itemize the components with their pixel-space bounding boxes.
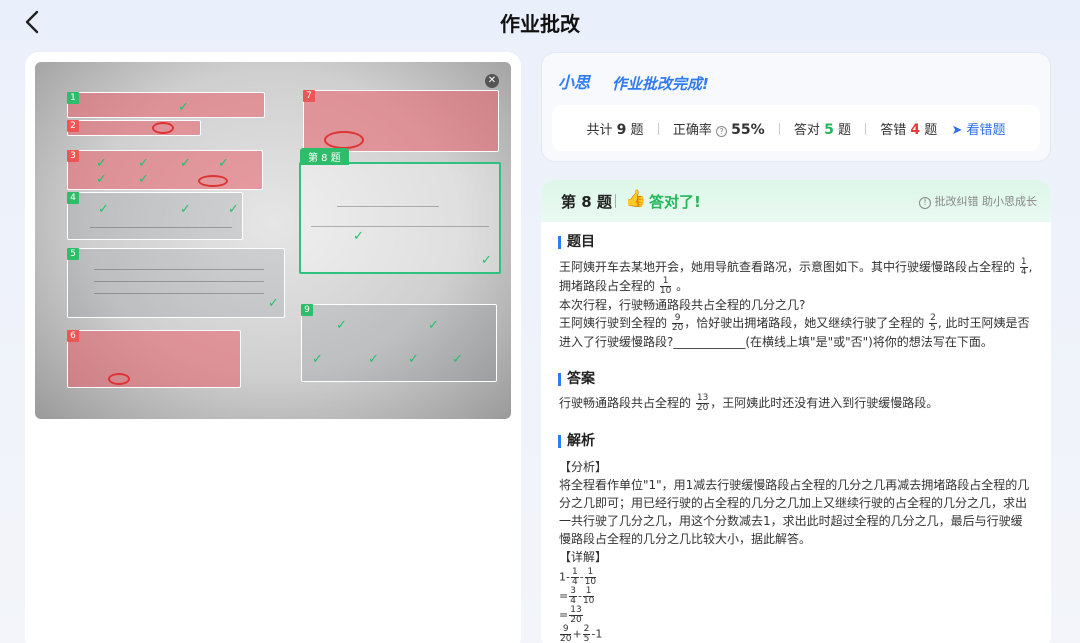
- check-icon: ✓: [178, 100, 189, 115]
- total-unit: 题: [630, 123, 644, 138]
- question-region-8-selected[interactable]: 第 8 题 ✓ ✓: [299, 148, 501, 274]
- cursor-arrow-icon: ➤: [951, 123, 963, 138]
- check-icon: ✓: [428, 318, 439, 333]
- correct-label: 答对: [793, 123, 820, 138]
- correct-unit: 题: [837, 123, 851, 138]
- check-icon: ✓: [312, 352, 323, 367]
- stats-bar: 共计 9 题 正确率 ? 55% 答对 5 题 答错 4 题 ➤ 看错题: [552, 105, 1040, 151]
- done-text: 作业批改完成!: [612, 75, 709, 93]
- total-label: 共计: [586, 123, 613, 138]
- question-number-9: 9: [301, 304, 313, 316]
- answer-text: 行驶畅通路段共占全程的 13 20 ，王阿姨此时还没有进入到行驶缓慢路段。: [559, 393, 939, 413]
- feedback-button[interactable]: ! 批改纠错 助小思成长: [919, 193, 1037, 209]
- check-icon: ✓: [268, 296, 279, 311]
- homework-photo[interactable]: ✕ 1 ✓ 2 3 ✓ ✓ ✓ ✓ ✓ ✓ 4 ✓ ✓ ✓ 5 ✓ 6 7 第 …: [35, 62, 511, 419]
- question-region-7[interactable]: 7: [303, 90, 499, 152]
- view-wrong-label: 看错题: [966, 123, 1006, 138]
- question-region-1[interactable]: 1 ✓: [67, 92, 265, 118]
- wrong-circle-icon: [324, 131, 364, 149]
- question-number-2: 2: [67, 120, 79, 132]
- summary-card: 小思 作业批改完成! 共计 9 题 正确率 ? 55% 答对 5 题 答错 4 …: [541, 52, 1051, 162]
- question-region-4[interactable]: 4 ✓ ✓ ✓: [67, 192, 243, 240]
- question-number-6: 6: [67, 330, 79, 342]
- section-answer: 答案: [558, 372, 595, 386]
- check-icon: ✓: [481, 253, 492, 268]
- detail-header: 第 8 题 👍 答对了! ! 批改纠错 助小思成长: [541, 180, 1051, 222]
- check-icon: ✓: [452, 352, 463, 367]
- result-text: 答对了!: [649, 193, 701, 211]
- wrong-circle-icon: [152, 122, 174, 134]
- question-number-7: 7: [303, 90, 315, 102]
- calculation-steps: 1- 1 4-1 10 = 3 4-1 10 = 13 20 9 20 +2 5 -1: [559, 567, 603, 643]
- question-number-5: 5: [67, 248, 79, 260]
- close-icon[interactable]: ✕: [485, 74, 499, 88]
- check-icon: ✓: [180, 156, 191, 171]
- check-icon: ✓: [218, 156, 229, 171]
- analysis-text: 【分析】 将全程看作单位"1"，用1减去行驶缓慢路段占全程的几分之几再减去拥堵路…: [559, 460, 1030, 564]
- header: 作业批改: [0, 0, 1080, 44]
- check-icon: ✓: [353, 229, 364, 244]
- question-number-3: 3: [67, 150, 79, 162]
- section-analysis: 解析: [558, 434, 595, 448]
- check-icon: ✓: [336, 318, 347, 333]
- question-text: 王阿姨开车去某地开会，她用导航查看路况，示意图如下。其中行驶缓慢路段占全程的 1…: [559, 257, 1033, 350]
- check-icon: ✓: [138, 172, 149, 187]
- correct-value: 5: [824, 122, 834, 138]
- page-title: 作业批改: [500, 12, 580, 36]
- check-icon: ✓: [96, 156, 107, 171]
- check-icon: ✓: [408, 352, 419, 367]
- check-icon: ✓: [138, 156, 149, 171]
- thumbs-up-icon: 👍: [625, 189, 647, 209]
- feedback-label: 批改纠错 助小思成长: [934, 195, 1038, 208]
- check-icon: ✓: [96, 172, 107, 187]
- accuracy-label: 正确率: [672, 123, 712, 138]
- question-region-5[interactable]: 5 ✓: [67, 248, 285, 318]
- question-title: 第 8 题: [561, 193, 612, 211]
- question-number-4: 4: [67, 192, 79, 204]
- selected-question-tag: 第 8 题: [300, 148, 349, 165]
- wrong-circle-icon: [108, 373, 130, 385]
- section-question: 题目: [558, 235, 595, 249]
- question-region-2[interactable]: 2: [67, 120, 201, 136]
- question-region-3[interactable]: 3 ✓ ✓ ✓ ✓ ✓ ✓: [67, 150, 263, 190]
- homework-photo-panel: ✕ 1 ✓ 2 3 ✓ ✓ ✓ ✓ ✓ ✓ 4 ✓ ✓ ✓ 5 ✓ 6 7 第 …: [25, 52, 521, 643]
- wrong-circle-icon: [198, 175, 228, 187]
- wrong-value: 4: [910, 122, 921, 138]
- question-number-1: 1: [67, 92, 79, 104]
- question-mark-icon[interactable]: ?: [715, 126, 727, 137]
- check-icon: ✓: [228, 202, 239, 217]
- total-value: 9: [616, 122, 627, 138]
- view-wrong-button[interactable]: ➤ 看错题: [951, 123, 1005, 138]
- question-region-9[interactable]: 9 ✓ ✓ ✓ ✓ ✓ ✓: [301, 304, 497, 382]
- question-region-6[interactable]: 6: [67, 330, 241, 388]
- brand-logo: 小思: [558, 73, 591, 92]
- check-icon: ✓: [180, 202, 191, 217]
- wrong-unit: 题: [924, 123, 938, 138]
- check-icon: ✓: [98, 202, 109, 217]
- check-icon: ✓: [368, 352, 379, 367]
- wrong-label: 答错: [880, 123, 907, 138]
- info-icon: !: [919, 197, 931, 209]
- accuracy-value: 55%: [731, 122, 765, 138]
- question-detail-card: 第 8 题 👍 答对了! ! 批改纠错 助小思成长 题目 王阿姨开车去某地开会，…: [541, 180, 1051, 643]
